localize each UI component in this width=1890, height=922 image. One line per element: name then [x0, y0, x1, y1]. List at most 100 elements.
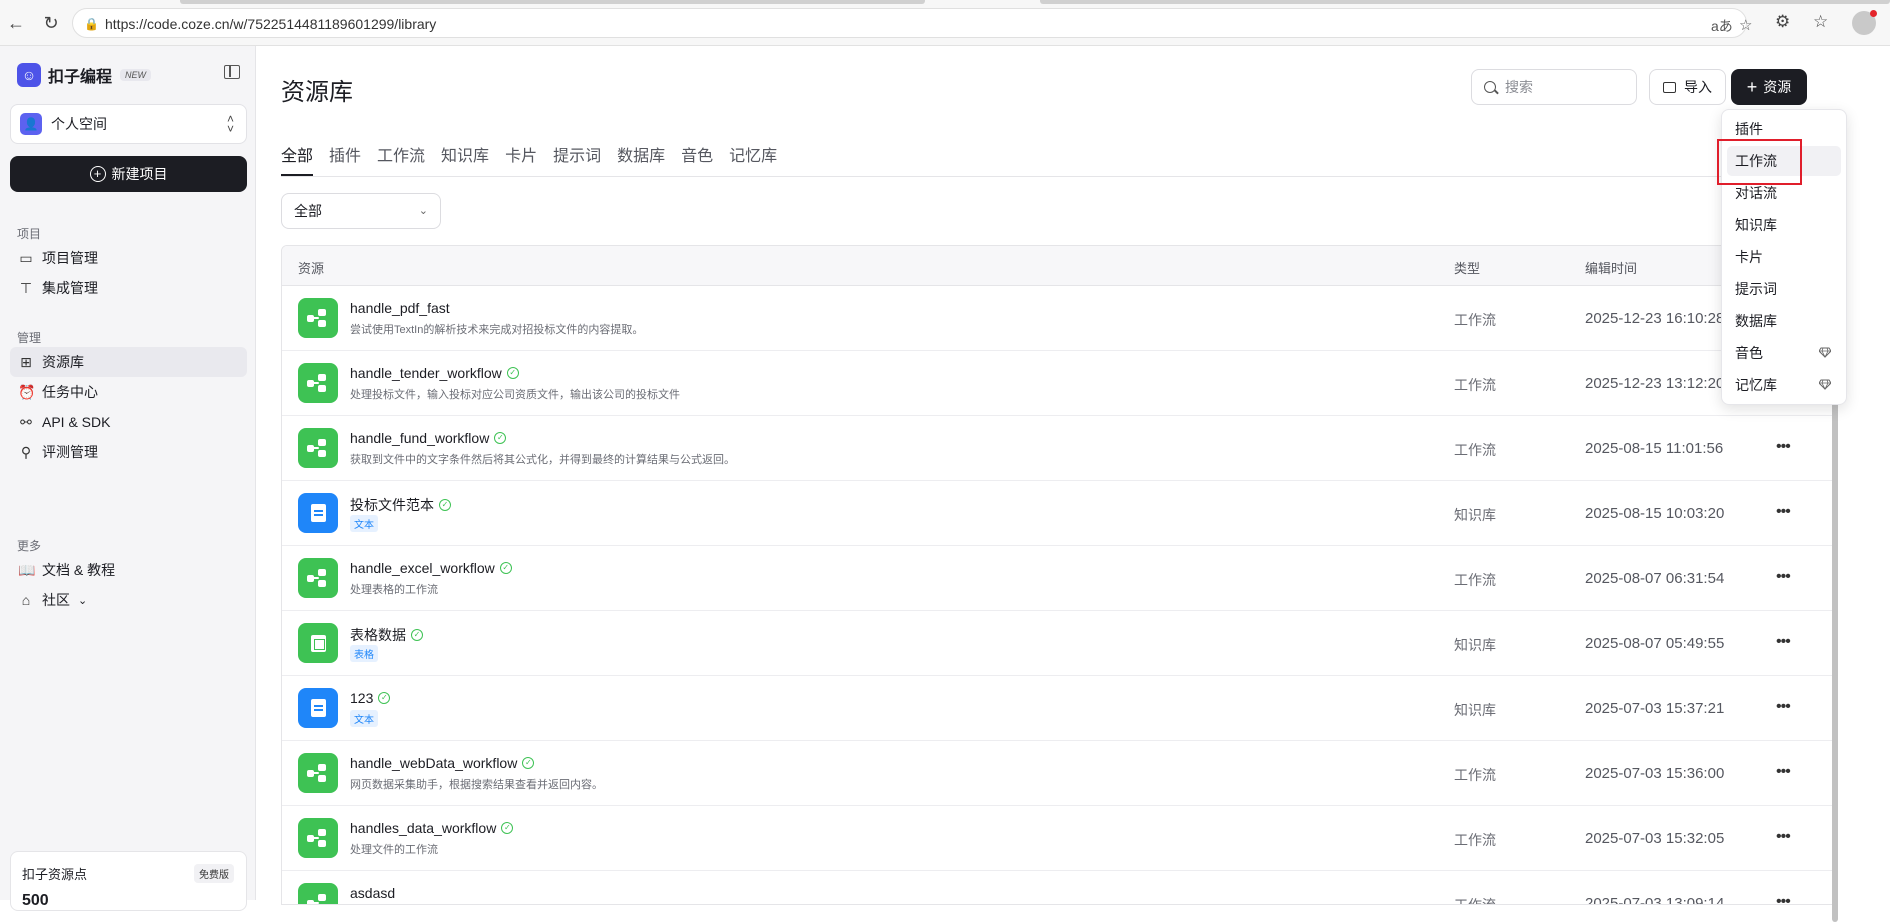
- sidebar-collapse-icon[interactable]: [224, 65, 240, 79]
- tab-databases[interactable]: 数据库: [617, 142, 665, 176]
- sidebar-item-project-management[interactable]: ▭ 项目管理: [10, 243, 247, 273]
- points-value: 500: [22, 892, 49, 909]
- table-row[interactable]: handle_pdf_fast 尝试使用TextIn的解析技术来完成对招投标文件的…: [282, 286, 1833, 351]
- tab-workflows[interactable]: 工作流: [377, 142, 425, 176]
- sidebar-item-integration[interactable]: ⊤ 集成管理: [10, 273, 247, 303]
- table-row[interactable]: handle_tender_workflow ✓ 处理投标文件，输入投标对应公司资质…: [282, 351, 1833, 416]
- extensions-icon[interactable]: ⚙: [1775, 12, 1790, 32]
- diamond-icon: [1819, 379, 1831, 390]
- published-check-icon: ✓: [522, 757, 535, 769]
- search-input[interactable]: [1505, 79, 1625, 95]
- sidebar-item-docs[interactable]: 📖 文档 & 教程: [10, 555, 247, 585]
- table-row[interactable]: handle_webData_workflow ✓ 网页数据采集助手，根据搜索结果查…: [282, 741, 1833, 806]
- published-check-icon: ✓: [499, 562, 512, 574]
- profile-avatar[interactable]: [1852, 10, 1877, 35]
- menu-item-prompt[interactable]: 提示词: [1727, 274, 1841, 304]
- more-options-icon[interactable]: •••: [1776, 503, 1791, 521]
- resource-type: 工作流: [1454, 377, 1496, 393]
- more-options-icon[interactable]: •••: [1776, 893, 1791, 904]
- person-icon: 👤: [20, 113, 42, 135]
- resource-name: handle_webData_workflow: [350, 755, 518, 771]
- sidebar-item-evaluation[interactable]: ⚲ 评测管理: [10, 437, 247, 467]
- more-options-icon[interactable]: •••: [1776, 438, 1791, 456]
- sidebar-item-label: API & SDK: [42, 414, 111, 430]
- sidebar-item-community[interactable]: ⌂ 社区 ⌄: [10, 585, 247, 615]
- sidebar-item-label: 项目管理: [42, 250, 98, 266]
- resource-type: 工作流: [1454, 312, 1496, 328]
- workflow-icon: [298, 883, 338, 904]
- back-icon[interactable]: ←: [5, 12, 27, 34]
- more-options-icon[interactable]: •••: [1776, 633, 1791, 651]
- translate-icon[interactable]: aあ: [1711, 16, 1733, 36]
- address-bar[interactable]: 🔒 https://code.coze.cn/w/752251448118960…: [72, 8, 1752, 38]
- workflow-icon: [298, 818, 338, 858]
- table-row[interactable]: 投标文件范本 ✓ 文本 知识库 2025-08-15 10:03:20 •••: [282, 481, 1833, 546]
- tab-knowledge[interactable]: 知识库: [441, 142, 489, 176]
- favorites-icon[interactable]: ☆: [1813, 12, 1828, 32]
- resource-name: handle_pdf_fast: [350, 300, 450, 316]
- book-icon: 📖: [18, 561, 36, 578]
- search-box[interactable]: [1471, 69, 1637, 105]
- resource-description: 处理表格的工作流: [350, 584, 438, 596]
- highlight-annotation: [1717, 139, 1802, 185]
- page-title: 资源库: [281, 79, 353, 106]
- plus-icon: +: [1746, 77, 1758, 97]
- more-options-icon[interactable]: •••: [1776, 763, 1791, 781]
- resource-points-card[interactable]: 扣子资源点 免费版 500: [10, 851, 247, 911]
- coze-logo-icon: ☺: [17, 63, 41, 87]
- bookmark-star-icon[interactable]: ☆: [1739, 16, 1752, 34]
- resource-edit-time: 2025-07-03 15:32:05: [1585, 830, 1725, 847]
- resource-edit-time: 2025-12-23 13:12:20: [1585, 375, 1725, 392]
- more-options-icon[interactable]: •••: [1776, 828, 1791, 846]
- resource-name-row: handle_excel_workflow ✓: [350, 560, 512, 576]
- resource-type: 工作流: [1454, 897, 1496, 905]
- more-options-icon[interactable]: •••: [1776, 698, 1791, 716]
- menu-item-database[interactable]: 数据库: [1727, 306, 1841, 336]
- new-project-button[interactable]: + 新建项目: [10, 156, 247, 192]
- url-text: https://code.coze.cn/w/75225144811896012…: [105, 16, 437, 32]
- more-options-icon[interactable]: •••: [1776, 568, 1791, 586]
- add-resource-button[interactable]: + 资源: [1731, 69, 1807, 105]
- resource-type: 知识库: [1454, 702, 1496, 718]
- import-button[interactable]: 导入: [1649, 69, 1726, 105]
- tab-prompts[interactable]: 提示词: [553, 142, 601, 176]
- filter-select[interactable]: 全部 ⌄: [281, 193, 441, 229]
- document-glyph: [310, 504, 326, 522]
- sidebar-item-label: 任务中心: [42, 384, 98, 400]
- table-row[interactable]: handle_fund_workflow ✓ 获取到文件中的文字条件然后将其公式化，…: [282, 416, 1833, 481]
- tab-all[interactable]: 全部: [281, 142, 314, 176]
- points-title: 扣子资源点: [22, 867, 88, 882]
- api-nodes-icon: ⚯: [20, 413, 32, 430]
- resource-name: asdasd: [350, 885, 396, 901]
- column-header-edited[interactable]: 编辑时间: [1585, 258, 1637, 277]
- menu-item-memory[interactable]: 记忆库: [1727, 370, 1841, 400]
- brand[interactable]: ☺ 扣子编程 NEW: [17, 62, 152, 88]
- tab-voices[interactable]: 音色: [681, 142, 713, 176]
- site-info-icon[interactable]: 🔒: [84, 17, 99, 31]
- resource-type: 工作流: [1454, 832, 1496, 848]
- sidebar-item-api-sdk[interactable]: ⚯ API & SDK: [10, 407, 247, 437]
- workspace-select[interactable]: 👤 个人空间 ˄ ˅: [10, 104, 247, 144]
- workflow-glyph: [307, 764, 329, 782]
- reload-icon[interactable]: ↻: [40, 12, 62, 34]
- tab-cards[interactable]: 卡片: [505, 142, 537, 176]
- menu-item-voice[interactable]: 音色: [1727, 338, 1841, 368]
- resource-name: 表格数据: [350, 627, 406, 643]
- add-resource-label: 资源: [1763, 79, 1792, 95]
- table-row[interactable]: handle_excel_workflow ✓ 处理表格的工作流 工作流 2025-08…: [282, 546, 1833, 611]
- resource-tag: 文本: [350, 515, 378, 532]
- sidebar-item-task-center[interactable]: ⏰ 任务中心: [10, 377, 247, 407]
- menu-item-card[interactable]: 卡片: [1727, 242, 1841, 272]
- resource-name: handle_excel_workflow: [350, 560, 495, 576]
- resource-name-row: handle_pdf_fast: [350, 300, 450, 316]
- sidebar-item-library[interactable]: ⊞ 资源库: [10, 347, 247, 377]
- table-row[interactable]: 123 ✓ 文本 知识库 2025-07-03 15:37:21 •••: [282, 676, 1833, 741]
- tab-memory[interactable]: 记忆库: [729, 142, 777, 176]
- tab-plugins[interactable]: 插件: [329, 142, 361, 176]
- library-grid-icon: ⊞: [20, 353, 32, 370]
- table-row[interactable]: 表格数据 ✓ 表格 知识库 2025-08-07 05:49:55 •••: [282, 611, 1833, 676]
- scrollbar[interactable]: [1832, 382, 1838, 922]
- resource-edit-time: 2025-12-23 16:10:28: [1585, 310, 1725, 327]
- table-row[interactable]: handles_data_workflow ✓ 处理文件的工作流 工作流 2025-07…: [282, 806, 1833, 871]
- menu-item-knowledge[interactable]: 知识库: [1727, 210, 1841, 240]
